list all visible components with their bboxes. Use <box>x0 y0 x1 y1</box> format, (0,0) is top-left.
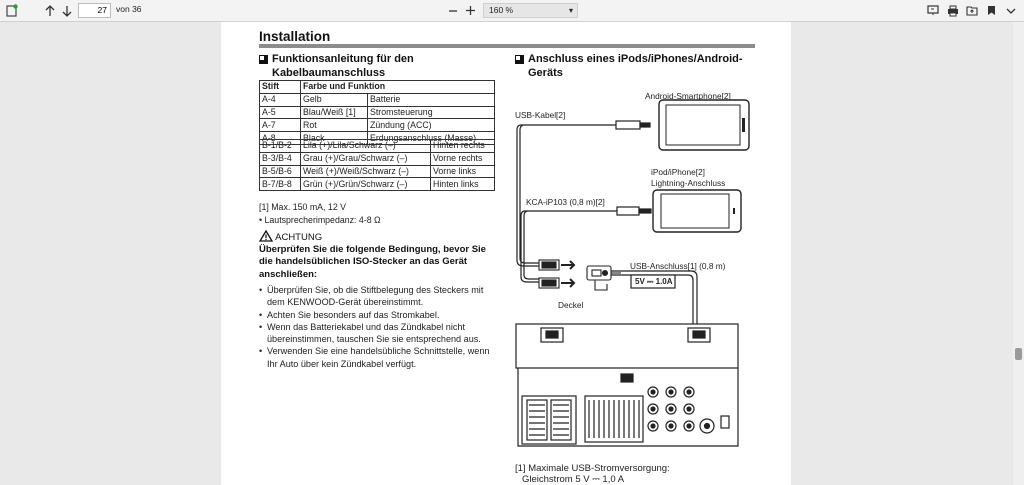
footnote-right-2: Gleichstrom 5 V ⎓ 1,0 A <box>522 474 625 485</box>
zoom-in-icon[interactable] <box>464 2 477 19</box>
usb-cable-label: USB-Kabel[2] <box>515 110 566 120</box>
print-icon[interactable] <box>946 2 960 19</box>
kca-label: KCA-iP103 (0,8 m)[2] <box>526 197 605 207</box>
iphone-illustration <box>652 189 742 233</box>
usb-cable-illustration <box>516 120 651 267</box>
vertical-scrollbar[interactable] <box>1013 22 1024 485</box>
iphone-label: iPod/iPhone[2] <box>651 167 705 177</box>
document-page: Installation Funktionsanleitung für den … <box>221 22 791 485</box>
next-page-icon[interactable] <box>60 2 74 19</box>
android-phone-illustration <box>658 99 750 151</box>
bookmark-icon[interactable] <box>985 2 997 19</box>
head-unit-illustration <box>515 323 739 447</box>
zoom-value: 160 % <box>489 5 514 15</box>
rating-label: 5V ⎓ 1.0A <box>635 277 673 286</box>
presentation-icon[interactable] <box>926 2 940 19</box>
chevron-down-icon: ▾ <box>568 6 573 15</box>
scrollbar-thumb[interactable] <box>1015 348 1022 360</box>
zoom-select[interactable]: 160 % ▾ <box>483 3 578 18</box>
page-number-input[interactable]: 27 <box>78 3 111 18</box>
cover-label: Deckel <box>558 300 584 310</box>
android-label: Android-Smartphone[2] <box>645 91 731 101</box>
sidebar-toggle-icon[interactable] <box>4 2 20 19</box>
zoom-out-icon[interactable] <box>446 2 459 19</box>
usb-port-label: USB-Anschluss[1] (0,8 m) <box>630 261 726 271</box>
open-file-icon[interactable] <box>965 2 979 19</box>
more-tools-icon[interactable] <box>1004 2 1018 19</box>
page-count-label: von 36 <box>116 4 142 14</box>
usb-connectors <box>538 259 621 291</box>
previous-page-icon[interactable] <box>43 2 57 19</box>
pdf-toolbar: 27 von 36 160 % ▾ <box>0 0 1024 22</box>
footnote-right-1: [1] Maximale USB-Stromversorgung: <box>515 463 670 474</box>
lightning-label: Lightning-Anschluss <box>651 178 726 188</box>
